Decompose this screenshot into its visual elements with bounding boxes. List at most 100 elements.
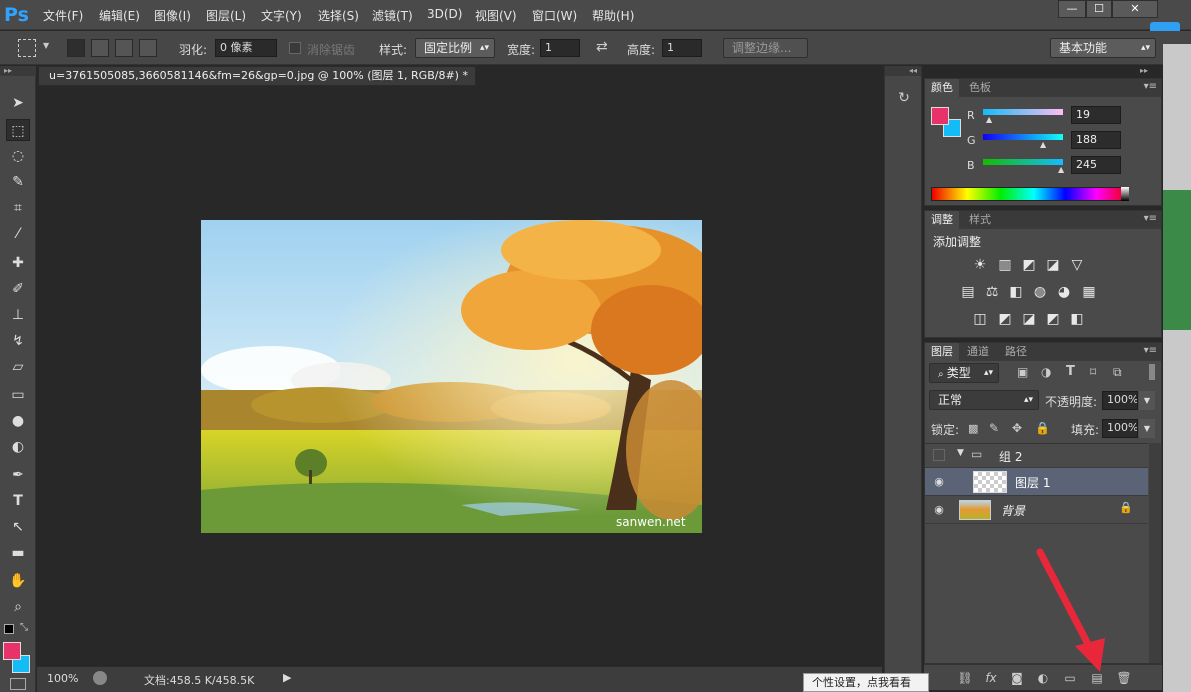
height-input[interactable]: 1 [662, 39, 702, 57]
menu-help[interactable]: 帮助(H) [592, 7, 634, 24]
panel-menu-icon[interactable]: ▾≡ [1144, 213, 1157, 224]
menu-file[interactable]: 文件(F) [43, 7, 83, 24]
foreground-color-swatch[interactable] [3, 642, 21, 660]
document-image[interactable]: sanwen.net [201, 220, 702, 533]
menu-view[interactable]: 视图(V) [475, 7, 517, 24]
link-layers-icon[interactable]: ⛓ [956, 669, 974, 687]
status-menu-arrow-icon[interactable]: ▶ [283, 671, 291, 684]
restore-button[interactable]: ☐ [1086, 0, 1112, 18]
menu-filter[interactable]: 滤镜(T) [372, 7, 413, 24]
b-slider[interactable] [983, 159, 1063, 165]
eye-icon[interactable]: ◉ [931, 502, 947, 518]
gradient-tool-icon[interactable]: ▭ [6, 384, 30, 406]
tab-channels[interactable]: 通道 [961, 343, 995, 361]
history-panel-icon[interactable]: ↻ [894, 90, 914, 110]
vibrance-icon[interactable]: ▽ [1068, 257, 1086, 273]
zoom-level[interactable]: 100% [47, 672, 78, 685]
lock-all-icon[interactable]: 🔒 [1035, 421, 1050, 435]
blur-tool-icon[interactable]: ● [6, 410, 30, 432]
collapse-toolbox-icon[interactable]: ▸▸ [0, 66, 36, 76]
fill-dropdown-icon[interactable]: ▼ [1139, 419, 1155, 438]
path-select-tool-icon[interactable]: ↖ [6, 516, 30, 538]
visibility-toggle-empty[interactable] [933, 449, 945, 461]
eye-icon[interactable]: ◉ [931, 474, 947, 490]
pen-tool-icon[interactable]: ✒ [6, 464, 30, 486]
curves-icon[interactable]: ◩ [1020, 257, 1038, 273]
lock-transparent-icon[interactable]: ▩ [968, 422, 978, 435]
color-lookup-icon[interactable]: ▦ [1080, 284, 1098, 300]
filter-type-icon[interactable]: T [1066, 364, 1075, 379]
default-colors-icon[interactable] [4, 624, 14, 634]
panel-collapse-icon[interactable]: ▸▸ [1140, 66, 1148, 75]
g-value-input[interactable]: 188 [1071, 131, 1121, 149]
color-spectrum-bar[interactable] [931, 187, 1129, 201]
filter-adjustment-icon[interactable]: ◑ [1041, 365, 1051, 379]
brightness-contrast-icon[interactable]: ☀ [971, 257, 989, 273]
add-style-icon[interactable]: fx [982, 669, 1000, 687]
document-tab[interactable]: u=3761505085,3660581146&fm=26&gp=0.jpg @… [38, 66, 476, 86]
panel-menu-icon[interactable]: ▾≡ [1144, 345, 1157, 356]
brush-tool-icon[interactable]: ✐ [6, 278, 30, 300]
shape-tool-icon[interactable]: ▬ [6, 542, 30, 564]
refine-edge-button[interactable]: 调整边缘... [723, 38, 808, 58]
panel-menu-icon[interactable]: ▾≡ [1144, 81, 1157, 92]
menu-edit[interactable]: 编辑(E) [99, 7, 140, 24]
quick-mask-icon[interactable] [10, 678, 26, 690]
expand-group-icon[interactable]: ▼ [957, 448, 964, 458]
r-slider-handle[interactable]: ▲ [986, 115, 992, 124]
expand-dock-icon[interactable]: ◂◂ [885, 66, 921, 76]
menu-3d[interactable]: 3D(D) [427, 7, 462, 21]
filter-shape-icon[interactable]: ⌑ [1090, 365, 1096, 379]
style-select[interactable]: 固定比例 ▴▾ [415, 38, 495, 58]
subtract-selection-icon[interactable] [115, 39, 133, 57]
black-white-icon[interactable]: ◧ [1007, 284, 1025, 300]
tab-adjustments[interactable]: 调整 [925, 211, 959, 229]
dodge-tool-icon[interactable]: ◐ [6, 436, 30, 458]
hand-tool-icon[interactable]: ✋ [6, 570, 30, 592]
opacity-dropdown-icon[interactable]: ▼ [1139, 391, 1155, 410]
layers-scrollbar[interactable] [1149, 443, 1161, 663]
layer-row-background[interactable]: ◉ 背景 🔒 [925, 496, 1148, 524]
lock-image-icon[interactable]: ✎ [989, 421, 999, 435]
swap-dimensions-icon[interactable]: ⇄ [596, 39, 608, 55]
workspace-select[interactable]: 基本功能 ▴▾ [1050, 38, 1156, 58]
filter-smartobject-icon[interactable]: ⧉ [1113, 365, 1122, 380]
add-to-selection-icon[interactable] [91, 39, 109, 57]
new-selection-icon[interactable] [67, 39, 85, 57]
r-value-input[interactable]: 19 [1071, 106, 1121, 124]
eraser-tool-icon[interactable]: ▱ [6, 356, 30, 378]
preset-dropdown-arrow-icon[interactable]: ▼ [43, 41, 49, 50]
b-value-input[interactable]: 245 [1071, 156, 1121, 174]
foreground-color-chip[interactable] [931, 107, 949, 125]
threshold-icon[interactable]: ◪ [1020, 311, 1038, 327]
delete-layer-icon[interactable]: 🗑 [1115, 669, 1133, 687]
g-slider-handle[interactable]: ▲ [1040, 140, 1046, 149]
invert-icon[interactable]: ◫ [971, 311, 989, 327]
photo-filter-icon[interactable]: ◍ [1031, 284, 1049, 300]
add-mask-icon[interactable]: ◙ [1008, 669, 1026, 687]
menu-type[interactable]: 文字(Y) [261, 7, 302, 24]
black-white-ramp[interactable] [1121, 187, 1129, 201]
channel-mixer-icon[interactable]: ◕ [1055, 284, 1073, 300]
layer-row-group[interactable]: ▼ ▭ 组 2 [925, 444, 1148, 468]
gradient-map-icon[interactable]: ◧ [1068, 311, 1086, 327]
menu-layer[interactable]: 图层(L) [206, 7, 246, 24]
tab-layers[interactable]: 图层 [925, 343, 959, 361]
tab-color[interactable]: 颜色 [925, 79, 959, 97]
fill-input[interactable]: 100% [1102, 419, 1138, 438]
levels-icon[interactable]: ▥ [996, 257, 1014, 273]
exposure-icon[interactable]: ◪ [1044, 257, 1062, 273]
close-window-button[interactable]: ✕ [1112, 0, 1158, 18]
r-slider[interactable] [983, 109, 1063, 115]
clone-stamp-tool-icon[interactable]: ⊥ [6, 304, 30, 326]
opacity-input[interactable]: 100% [1102, 391, 1138, 410]
lasso-tool-icon[interactable]: ◌ [6, 145, 30, 167]
minimize-button[interactable]: — [1058, 0, 1086, 18]
lock-position-icon[interactable]: ✥ [1012, 421, 1022, 435]
filter-toggle-switch[interactable] [1149, 364, 1155, 380]
move-tool-icon[interactable]: ➤ [6, 92, 30, 114]
tab-swatches[interactable]: 色板 [963, 79, 997, 97]
quick-select-tool-icon[interactable]: ✎ [6, 171, 30, 193]
blend-mode-select[interactable]: 正常 ▴▾ [929, 390, 1039, 410]
rect-marquee-tool-icon[interactable]: ⬚ [6, 119, 30, 141]
